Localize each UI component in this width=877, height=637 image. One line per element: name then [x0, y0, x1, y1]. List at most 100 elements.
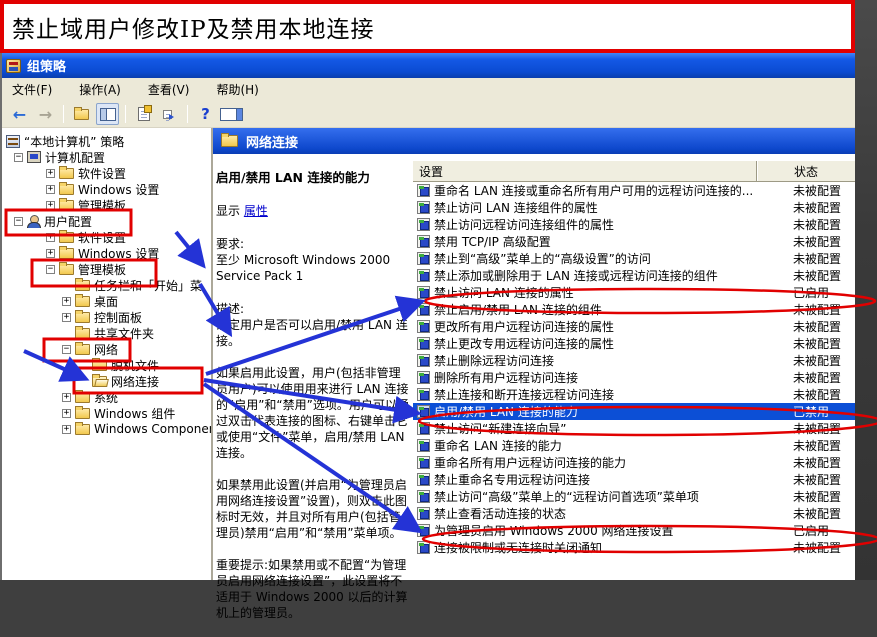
toolbar-separator: [187, 105, 188, 123]
policy-row-3[interactable]: 禁止访问远程访问连接组件的属性 未被配置: [413, 216, 855, 233]
expand-icon[interactable]: +: [62, 408, 71, 418]
tree-item-1[interactable]: − 计算机配置: [2, 149, 211, 165]
policy-row-10[interactable]: 禁止更改专用远程访问连接的属性 未被配置: [413, 335, 855, 352]
policy-row-22[interactable]: 连接被限制或无连接时关闭通知 未被配置: [413, 539, 855, 556]
tree-item-7[interactable]: + Windows 设置: [2, 245, 211, 261]
folder-icon: [221, 133, 238, 147]
folder-icon: [59, 229, 74, 243]
tree-item-14[interactable]: +脱机文件: [2, 357, 211, 373]
tree-item-4[interactable]: + 管理模板: [2, 197, 211, 213]
tree-item-label: 桌面: [94, 294, 119, 309]
properties-button[interactable]: [132, 103, 155, 125]
policy-row-20[interactable]: 禁止查看活动连接的状态 未被配置: [413, 505, 855, 522]
policy-row-18[interactable]: 禁止重命名专用远程访问连接 未被配置: [413, 471, 855, 488]
folder-icon: [59, 165, 74, 179]
show-action-pane-icon: [220, 107, 243, 121]
policy-setting-icon: [417, 439, 430, 452]
tree-item-label: 管理模板: [78, 198, 127, 213]
policy-name: 为管理员启用 Windows 2000 网络连接设置: [434, 524, 674, 538]
tree-item-12[interactable]: +共享文件夹: [2, 325, 211, 341]
policy-row-16[interactable]: 重命名 LAN 连接的能力 未被配置: [413, 437, 855, 454]
tree-item-6[interactable]: + 软件设置: [2, 229, 211, 245]
tree-item-8[interactable]: − 管理模板: [2, 261, 211, 277]
menu-view[interactable]: 查看(V): [148, 81, 190, 98]
menu-action[interactable]: 操作(A): [79, 81, 121, 98]
policy-name: 重命名 LAN 连接或重命名所有用户可用的远程访问连接的...: [434, 184, 754, 198]
policy-row-7[interactable]: 禁止访问 LAN 连接的属性 已启用: [413, 284, 855, 301]
tree-item-label: 系统: [94, 390, 119, 405]
expand-icon[interactable]: +: [46, 200, 55, 210]
expand-icon[interactable]: +: [46, 232, 55, 242]
tree-item-2[interactable]: + 软件设置: [2, 165, 211, 181]
policy-name: 启用/禁用 LAN 连接的能力: [434, 405, 578, 419]
forward-button[interactable]: →: [34, 103, 57, 125]
policy-name: 禁止删除远程访问连接: [434, 354, 555, 368]
tree-item-label: 管理模板: [78, 262, 127, 277]
menu-file[interactable]: 文件(F): [12, 81, 52, 98]
export-list-button[interactable]: [158, 103, 181, 125]
expand-icon[interactable]: +: [46, 248, 55, 258]
policy-row-15[interactable]: 禁止访问“新建连接向导” 未被配置: [413, 420, 855, 437]
policy-status: 未被配置: [793, 337, 842, 351]
collapse-icon[interactable]: −: [46, 264, 55, 274]
policy-row-11[interactable]: 禁止删除远程访问连接 未被配置: [413, 352, 855, 369]
expand-icon[interactable]: +: [46, 184, 55, 194]
expand-icon[interactable]: +: [62, 392, 71, 402]
policy-row-21[interactable]: 为管理员启用 Windows 2000 网络连接设置 已启用: [413, 522, 855, 539]
policy-row-2[interactable]: 禁止访问 LAN 连接组件的属性 未被配置: [413, 199, 855, 216]
policy-row-6[interactable]: 禁止添加或删除用于 LAN 连接或远程访问连接的组件 未被配置: [413, 267, 855, 284]
policy-row-9[interactable]: 更改所有用户远程访问连接的属性 未被配置: [413, 318, 855, 335]
policy-row-1[interactable]: 重命名 LAN 连接或重命名所有用户可用的远程访问连接的... 未被配置: [413, 182, 855, 199]
policy-setting-icon: [417, 507, 430, 520]
policy-setting-icon: [417, 354, 430, 367]
collapse-icon[interactable]: −: [14, 152, 23, 162]
show-console-tree-button[interactable]: [96, 103, 119, 125]
tree-item-11[interactable]: + 控制面板: [2, 309, 211, 325]
collapse-icon[interactable]: −: [14, 216, 23, 226]
policy-status: 未被配置: [793, 269, 842, 283]
tree-item-16[interactable]: + 系统: [2, 389, 211, 405]
policy-row-12[interactable]: 删除所有用户远程访问连接 未被配置: [413, 369, 855, 386]
menu-help[interactable]: 帮助(H): [216, 81, 258, 98]
computer-icon: [27, 151, 41, 163]
policy-setting-icon: [417, 473, 430, 486]
policy-status: 未被配置: [793, 218, 842, 232]
properties-link[interactable]: 属性: [244, 204, 268, 218]
policy-setting-icon: [417, 524, 430, 537]
tree-item-0[interactable]: “本地计算机” 策略: [2, 133, 211, 149]
policy-row-13[interactable]: 禁止连接和断开连接远程访问连接 未被配置: [413, 386, 855, 403]
policy-status: 已禁用: [793, 405, 830, 419]
help-button[interactable]: ?: [194, 103, 217, 125]
policy-row-17[interactable]: 重命名所有用户远程访问连接的能力 未被配置: [413, 454, 855, 471]
expand-icon[interactable]: +: [62, 312, 71, 322]
tree-item-10[interactable]: + 桌面: [2, 293, 211, 309]
description-paragraph: 确定用户是否可以启用/禁用 LAN 连接。: [216, 318, 408, 348]
policy-row-4[interactable]: 禁用 TCP/IP 高级配置 未被配置: [413, 233, 855, 250]
policy-row-5[interactable]: 禁止到“高级”菜单上的“高级设置”的访问 未被配置: [413, 250, 855, 267]
folder-icon: [75, 341, 90, 355]
up-one-level-button[interactable]: [70, 103, 93, 125]
expand-icon[interactable]: +: [62, 296, 71, 306]
policy-row-14[interactable]: 启用/禁用 LAN 连接的能力 已禁用: [413, 403, 855, 420]
show-action-pane-button[interactable]: [220, 103, 243, 125]
tree-item-9[interactable]: +任务栏和「开始」菜.: [2, 277, 211, 293]
folder-icon: [59, 197, 74, 211]
tree-item-3[interactable]: + Windows 设置: [2, 181, 211, 197]
tree-item-17[interactable]: + Windows 组件: [2, 405, 211, 421]
expand-icon[interactable]: +: [62, 424, 71, 434]
tree-item-18[interactable]: + Windows Components: [2, 421, 211, 437]
tree-item-5[interactable]: − 用户配置: [2, 213, 211, 229]
policy-row-19[interactable]: 禁止访问“高级”菜单上的“远程访问首选项”菜单项 未被配置: [413, 488, 855, 505]
folder-icon: [75, 277, 90, 291]
back-button[interactable]: ←: [8, 103, 31, 125]
tree-item-15[interactable]: +网络连接: [2, 373, 211, 389]
list-rows: 重命名 LAN 连接或重命名所有用户可用的远程访问连接的... 未被配置 禁止访问 …: [413, 182, 855, 556]
tree-item-13[interactable]: − 网络: [2, 341, 211, 357]
policy-row-8[interactable]: 禁止启用/禁用 LAN 连接的组件 未被配置: [413, 301, 855, 318]
collapse-icon[interactable]: −: [62, 344, 71, 354]
expand-icon[interactable]: +: [46, 168, 55, 178]
policy-name: 禁止到“高级”菜单上的“高级设置”的访问: [434, 252, 651, 266]
column-header-setting[interactable]: 设置: [413, 161, 757, 181]
policy-status: 未被配置: [793, 303, 842, 317]
column-header-status[interactable]: 状态: [757, 161, 855, 181]
